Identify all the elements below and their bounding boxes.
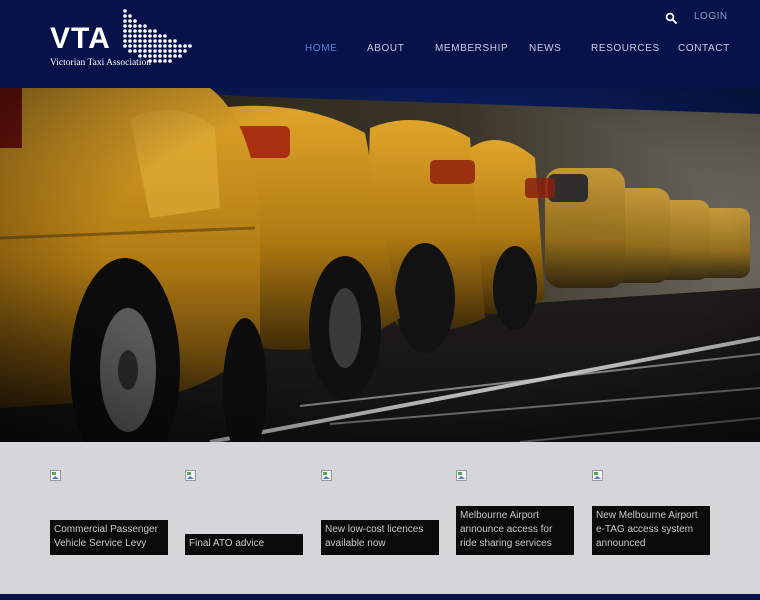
nav-membership[interactable]: MEMBERSHIP [435, 43, 508, 54]
nav-contact[interactable]: CONTACT [678, 43, 730, 54]
taxi-rank-photo [0, 88, 760, 442]
nav-home[interactable]: HOME [305, 43, 337, 54]
broken-image-icon [185, 470, 196, 481]
vta-logo[interactable]: VTA Victorian Taxi Association [50, 8, 205, 72]
news-tile[interactable]: Melbourne Airport announce access for ri… [456, 442, 576, 584]
news-tile-caption[interactable]: New low-cost licences available now [321, 520, 439, 555]
news-tiles-section: Commercial Passenger Vehicle Service Lev… [0, 442, 760, 584]
search-icon[interactable] [665, 12, 677, 24]
news-tile[interactable]: Final ATO advice [185, 442, 305, 584]
news-tile-caption[interactable]: Final ATO advice [185, 534, 303, 555]
site-header: VTA Victorian Taxi Association LOGIN HOM… [0, 0, 760, 88]
login-link[interactable]: LOGIN [694, 11, 728, 22]
nav-news[interactable]: NEWS [529, 43, 561, 54]
news-tile[interactable]: Commercial Passenger Vehicle Service Lev… [50, 442, 170, 584]
nav-resources[interactable]: RESOURCES [591, 43, 660, 54]
broken-image-icon [592, 470, 603, 481]
news-tile-caption[interactable]: New Melbourne Airport e-TAG access syste… [592, 506, 710, 555]
news-tile[interactable]: New low-cost licences available now [321, 442, 441, 584]
news-tile-caption[interactable]: Commercial Passenger Vehicle Service Lev… [50, 520, 168, 555]
main-nav: HOME ABOUT MEMBERSHIP NEWS RESOURCES CON… [0, 43, 760, 57]
hero-banner [0, 88, 760, 442]
news-tile[interactable]: New Melbourne Airport e-TAG access syste… [592, 442, 712, 584]
nav-about[interactable]: ABOUT [367, 43, 404, 54]
news-tile-caption[interactable]: Melbourne Airport announce access for ri… [456, 506, 574, 555]
broken-image-icon [50, 470, 61, 481]
broken-image-icon [321, 470, 332, 481]
broken-image-icon [456, 470, 467, 481]
logo-subtitle: Victorian Taxi Association [50, 58, 151, 68]
footer-bar [0, 594, 760, 600]
